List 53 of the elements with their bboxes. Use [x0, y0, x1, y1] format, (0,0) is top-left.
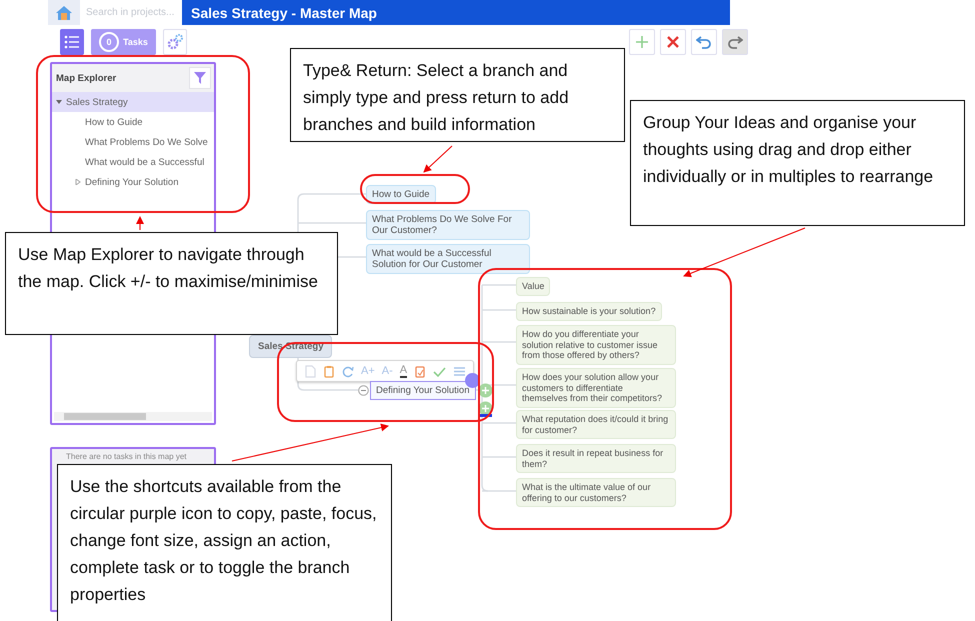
branch-node[interactable]: What would be a Successful Solution for Our Customer	[366, 244, 530, 274]
horizontal-scrollbar[interactable]	[54, 412, 212, 421]
expand-arrow-icon[interactable]	[75, 179, 81, 185]
paste-icon[interactable]	[323, 364, 335, 378]
close-icon	[666, 34, 680, 48]
panel-title: Map Explorer	[56, 72, 116, 84]
search-field[interactable]: Search in projects...	[80, 0, 182, 25]
undo-button[interactable]	[691, 28, 717, 54]
callout-note: Group Your Ideas and organise your thoughts using drag and drop either individually or in multiples to rearrange	[630, 100, 965, 226]
add-branch-icon[interactable]	[478, 383, 493, 398]
add-branch-icon[interactable]	[478, 401, 493, 418]
sub-branch-node[interactable]: How sustainable is your solution?	[516, 302, 662, 320]
empty-tasks-message: There are no tasks in this map yet	[66, 452, 186, 461]
explorer-toggle-button[interactable]	[60, 28, 84, 54]
annotation-arrow	[136, 216, 144, 230]
tree-item[interactable]: What would be a Successful	[52, 152, 214, 172]
refresh-icon[interactable]	[342, 364, 354, 378]
sub-branch-node[interactable]: What is the ultimate value of our offering to our customers?	[516, 478, 676, 507]
sub-branch-node[interactable]: Value	[516, 277, 550, 296]
tree-item[interactable]: Defining Your Solution	[52, 172, 214, 192]
clipboard-icon[interactable]	[414, 364, 426, 378]
branch-node[interactable]: How to Guide	[366, 185, 436, 204]
filter-button[interactable]	[189, 67, 211, 89]
branch-node[interactable]: What Problems Do We Solve For Our Customer?	[366, 210, 530, 240]
collapse-arrow-icon[interactable]	[56, 99, 62, 105]
sub-branch-node[interactable]: What reputation does it/could it bring for customer?	[516, 410, 676, 439]
list-icon	[64, 34, 80, 50]
tree-item[interactable]: Sales Strategy	[52, 92, 214, 112]
house-icon	[55, 4, 73, 22]
selected-branch-node[interactable]: Defining Your Solution	[370, 381, 476, 400]
undo-icon	[696, 34, 712, 48]
sub-branch-node[interactable]: Does it result in repeat business for them?	[516, 444, 676, 473]
sub-branch-node[interactable]: How do you differentiate your solution relative to customer issue from those offered by others?	[516, 325, 676, 364]
plus-icon	[635, 34, 649, 48]
map-title: Sales Strategy - Master Map	[191, 4, 377, 20]
tree-item[interactable]: How to Guide	[52, 112, 214, 132]
settings-button[interactable]	[163, 28, 187, 54]
delete-button[interactable]	[660, 28, 686, 54]
redo-icon	[727, 34, 743, 48]
tree-item[interactable]: What Problems Do We Solve	[52, 132, 214, 152]
check-icon[interactable]	[433, 364, 446, 378]
callout-note: Use Map Explorer to navigate through the map. Click +/- to maximise/minimise	[5, 232, 338, 335]
callout-note: Type& Return: Select a branch and simply type and press return to add branches and build information	[290, 48, 625, 142]
root-node[interactable]: Sales Strategy	[249, 335, 332, 358]
funnel-icon	[194, 72, 206, 84]
home-button[interactable]	[48, 0, 80, 25]
annotation-arrow	[423, 146, 452, 173]
add-button[interactable]	[629, 28, 655, 54]
branch-menu-icon[interactable]	[465, 373, 480, 388]
callout-note: Use the shortcuts available from the circular purple icon to copy, paste, focus, change font size, assign an action, complete task or to toggle the branch properties	[57, 464, 392, 621]
sub-branch-node[interactable]: How does your solution allow your customers to differentiate themselves from their competitors?	[516, 368, 676, 408]
collapse-icon[interactable]	[358, 385, 369, 396]
settings-icon	[166, 32, 184, 50]
